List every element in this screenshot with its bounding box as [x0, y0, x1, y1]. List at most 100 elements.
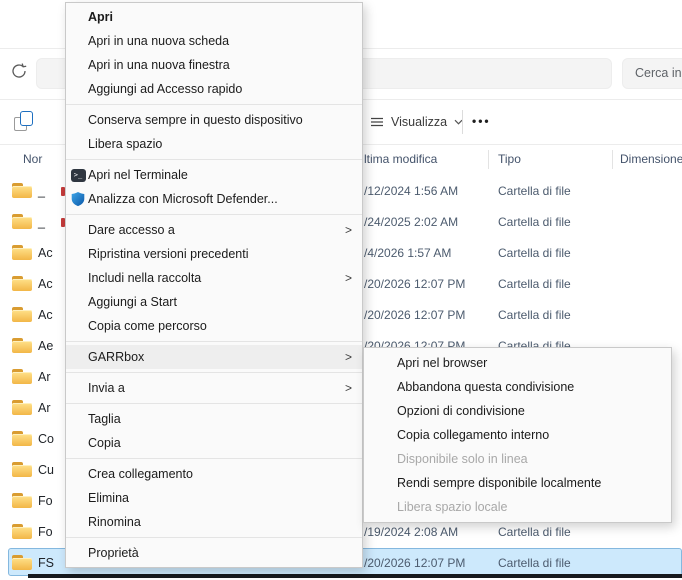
submenu-item-disponibile-solo-in-linea: Disponibile solo in linea [364, 447, 671, 471]
submenu-item-copia-collegamento-interno[interactable]: Copia collegamento interno [364, 423, 671, 447]
column-divider[interactable] [488, 150, 489, 169]
menu-separator [66, 104, 362, 105]
file-type: Cartella di file [498, 215, 571, 229]
submenu-item-rendi-sempre-disponibile-localmente[interactable]: Rendi sempre disponibile localmente [364, 471, 671, 495]
menu-item-crea-collegamento[interactable]: Crea collegamento [66, 462, 362, 486]
menu-item-label: Rinomina [88, 515, 141, 529]
submenu-item-abbandona-questa-condivisione[interactable]: Abbandona questa condivisione [364, 375, 671, 399]
submenu-item-opzioni-di-condivisione[interactable]: Opzioni di condivisione [364, 399, 671, 423]
view-list-icon [371, 117, 383, 126]
menu-item-label: Elimina [88, 491, 129, 505]
column-header-name[interactable]: Nor [23, 152, 42, 166]
menu-item-invia-a[interactable]: Invia a > [66, 376, 362, 400]
defender-shield-icon [71, 192, 85, 207]
folder-icon [12, 369, 32, 384]
menu-separator [66, 214, 362, 215]
menu-item-elimina[interactable]: Elimina [66, 486, 362, 510]
file-name: Ac [38, 246, 53, 260]
menu-item-ripristina-versioni-precedenti[interactable]: Ripristina versioni precedenti [66, 242, 362, 266]
menu-separator [66, 403, 362, 404]
menu-item-label: Crea collegamento [88, 467, 193, 481]
folder-icon [12, 431, 32, 446]
refresh-icon [12, 63, 27, 78]
folder-icon [12, 493, 32, 508]
menu-item-label: Libera spazio [88, 137, 163, 151]
command-bar-divider [462, 110, 463, 134]
folder-icon [12, 183, 32, 198]
menu-item-includi-nella-raccolta[interactable]: Includi nella raccolta > [66, 266, 362, 290]
file-name: Ac [38, 308, 53, 322]
menu-item-copia-come-percorso[interactable]: Copia come percorso [66, 314, 362, 338]
submenu-chevron-icon: > [344, 223, 352, 237]
terminal-icon: >_ [70, 168, 86, 182]
modified-date: /20/2026 12:07 PM [364, 277, 466, 291]
file-name: Ar [38, 370, 51, 384]
menu-separator [66, 341, 362, 342]
file-type: Cartella di file [498, 277, 571, 291]
submenu-item-label: Libera spazio locale [397, 500, 508, 514]
menu-item-label: Conserva sempre in questo dispositivo [88, 113, 303, 127]
menu-item-label: Copia [88, 436, 121, 450]
menu-item-label: Includi nella raccolta [88, 271, 202, 285]
column-divider[interactable] [612, 150, 613, 169]
menu-item-label: Ripristina versioni precedenti [88, 247, 249, 261]
menu-item-label: Invia a [88, 381, 125, 395]
folder-icon [12, 276, 32, 291]
menu-item-aggiungi-a-start[interactable]: Aggiungi a Start [66, 290, 362, 314]
file-name: Ac [38, 277, 53, 291]
submenu-chevron-icon: > [344, 350, 352, 364]
menu-separator [66, 537, 362, 538]
file-name: _ [38, 184, 45, 198]
file-type: Cartella di file [498, 184, 571, 198]
submenu-item-label: Opzioni di condivisione [397, 404, 525, 418]
file-name: Fo [38, 525, 53, 539]
submenu-item-label: Rendi sempre disponibile localmente [397, 476, 602, 490]
submenu-item-label: Disponibile solo in linea [397, 452, 528, 466]
garrbox-submenu: Apri nel browser Abbandona questa condivi… [363, 347, 672, 523]
menu-item-aggiungi-ad-accesso-rapido[interactable]: Aggiungi ad Accesso rapido [66, 77, 362, 101]
file-type: Cartella di file [498, 246, 571, 260]
submenu-chevron-icon: > [344, 271, 352, 285]
submenu-item-apri-nel-browser[interactable]: Apri nel browser [364, 351, 671, 375]
menu-item-label: Copia come percorso [88, 319, 207, 333]
menu-item-label: Apri [88, 10, 113, 24]
view-button[interactable]: Visualizza [362, 100, 471, 143]
column-header-modified[interactable]: ltima modifica [364, 152, 437, 166]
menu-item-apri[interactable]: Apri [66, 5, 362, 29]
menu-item-propriet[interactable]: Proprietà [66, 541, 362, 565]
menu-item-label: Apri in una nuova scheda [88, 34, 230, 48]
menu-item-analizza-con-microsoft-defender[interactable]: Analizza con Microsoft Defender... [66, 187, 362, 211]
menu-item-rinomina[interactable]: Rinomina [66, 510, 362, 534]
context-menu: Apri Apri in una nuova scheda Apri in una … [65, 2, 363, 568]
menu-item-apri-nel-terminale[interactable]: >_ Apri nel Terminale [66, 163, 362, 187]
file-name: Fo [38, 494, 53, 508]
menu-item-apri-in-una-nuova-scheda[interactable]: Apri in una nuova scheda [66, 29, 362, 53]
menu-item-garrbox[interactable]: GARRbox > [66, 345, 362, 369]
copy-button[interactable] [14, 111, 34, 132]
file-name: Ar [38, 401, 51, 415]
search-input[interactable]: Cerca in [622, 58, 682, 89]
menu-separator [66, 372, 362, 373]
file-name: Co [38, 432, 54, 446]
submenu-chevron-icon: > [344, 381, 352, 395]
folder-icon [12, 400, 32, 415]
menu-item-conserva-sempre-in-questo-dispositivo[interactable]: Conserva sempre in questo dispositivo [66, 108, 362, 132]
refresh-button[interactable] [9, 61, 29, 81]
submenu-item-label: Copia collegamento interno [397, 428, 550, 442]
menu-item-label: Taglia [88, 412, 121, 426]
modified-date: /4/2026 1:57 AM [364, 246, 452, 260]
menu-item-taglia[interactable]: Taglia [66, 407, 362, 431]
menu-separator [66, 458, 362, 459]
file-type: Cartella di file [498, 525, 571, 539]
menu-item-dare-accesso-a[interactable]: Dare accesso a > [66, 218, 362, 242]
column-header-size[interactable]: Dimensione [620, 152, 682, 166]
modified-date: /24/2025 2:02 AM [364, 215, 459, 229]
see-more-button[interactable]: ••• [472, 100, 491, 143]
menu-item-libera-spazio[interactable]: Libera spazio [66, 132, 362, 156]
file-type: Cartella di file [498, 556, 571, 570]
menu-item-apri-in-una-nuova-finestra[interactable]: Apri in una nuova finestra [66, 53, 362, 77]
menu-item-label: GARRbox [88, 350, 145, 364]
submenu-item-label: Abbandona questa condivisione [397, 380, 575, 394]
column-header-type[interactable]: Tipo [498, 152, 521, 166]
menu-item-copia[interactable]: Copia [66, 431, 362, 455]
